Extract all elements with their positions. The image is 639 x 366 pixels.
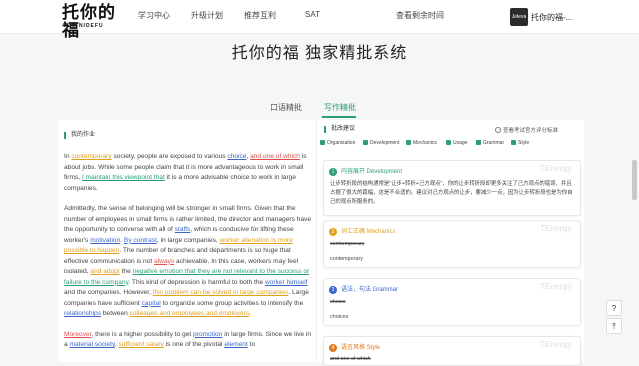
card-original: choice (330, 299, 346, 305)
filter-usage[interactable]: Usage (446, 140, 467, 146)
error-highlight[interactable]: contemporary (71, 153, 111, 160)
error-highlight[interactable]: worker himself (265, 279, 308, 286)
error-highlight[interactable]: capital (142, 300, 161, 307)
error-highlight[interactable]: promotion (193, 331, 222, 338)
error-highlight[interactable]: choice (227, 153, 246, 160)
essay-paragraph: Admittedly, the sense of belonging will … (64, 205, 312, 317)
filter-mechanics[interactable]: Mechanics (406, 140, 437, 146)
active-tab-indicator (322, 116, 356, 118)
card-original: and one of which (330, 356, 371, 362)
checkbox-checked-icon[interactable] (476, 140, 481, 145)
nav-learning-center[interactable]: 学习中心 (138, 10, 170, 21)
suggestions-title: 批改建议 (324, 126, 355, 133)
card-original: comtemporary (330, 241, 365, 247)
error-highlight[interactable]: By contrast (124, 237, 157, 244)
error-highlight[interactable]: motivation (90, 237, 120, 244)
watermark: TEnergy (539, 282, 572, 291)
nav-sat[interactable]: SAT (305, 10, 320, 19)
nav-referral[interactable]: 推荐互利 (244, 10, 276, 21)
error-highlight[interactable]: and adopt (90, 268, 119, 275)
essay-text: In contemporary society, people are expo… (64, 152, 314, 361)
help-button[interactable]: ? (606, 300, 622, 316)
checkbox-checked-icon[interactable] (363, 140, 368, 145)
logo[interactable]: 托你的福 TUO NIDEFU (62, 4, 130, 40)
essay-section-title: 我的作业 (64, 132, 95, 139)
top-header: 托你的福 TUO NIDEFU 学习中心 升级计划 推荐互利 SAT 查看剩余时… (0, 0, 639, 40)
page-title: 托你的福 独家精批系统 (231, 45, 408, 62)
card-correction: contemporary (330, 256, 363, 262)
checkbox-checked-icon[interactable] (446, 140, 451, 145)
checkbox-checked-icon[interactable] (511, 140, 516, 145)
error-highlight[interactable]: element (224, 341, 247, 348)
avatar[interactable]: Jeleva (510, 8, 528, 26)
filter-bar: Organization Development Mechanics Usage… (320, 140, 585, 149)
error-highlight[interactable]: this problem can be solved in large comp… (153, 289, 289, 296)
info-icon (495, 127, 501, 133)
error-highlight[interactable]: sufficient salary (119, 341, 164, 348)
filter-organization[interactable]: Organization (320, 140, 355, 146)
card-text: 让步转折段的结构通常是“让步+转折+己方观点”，你的让步转折段却更多关注了己方观… (330, 181, 573, 205)
view-standard-link[interactable]: 查看考试官方评分标准 (495, 126, 558, 134)
checkbox-checked-icon[interactable] (320, 140, 325, 145)
error-highlight[interactable]: staffs (175, 226, 191, 233)
checkbox-checked-icon[interactable] (406, 140, 411, 145)
main-panel: 我的作业 In contemporary society, people are… (58, 120, 585, 366)
logo-text: 托你的福 (62, 3, 116, 40)
error-highlight[interactable]: colleages and employees and employers (130, 310, 250, 317)
filter-grammar[interactable]: Grammar (476, 140, 504, 146)
username[interactable]: 托你的福-... (531, 12, 572, 23)
remaining-time-link[interactable]: 查看剩余时间 (396, 10, 444, 21)
essay-panel: 我的作业 In contemporary society, people are… (58, 120, 316, 362)
card-correction: choices (330, 314, 349, 320)
logo-subtext: TUO NIDEFU (63, 23, 104, 29)
tab-speaking[interactable]: 口语精批 (270, 102, 302, 113)
card-title: 4 语言风格 Style (329, 342, 380, 352)
card-title: 2 词汇正确 Mechanics (329, 226, 395, 236)
error-highlight[interactable]: and one of which (250, 153, 300, 160)
error-highlight[interactable]: Moreover (64, 331, 92, 338)
nav-upgrade-plan[interactable]: 升级计划 (191, 10, 223, 21)
tab-writing[interactable]: 写作精批 (324, 102, 356, 113)
card-title: 3 语法，句法 Grammar (329, 284, 398, 294)
error-highlight[interactable]: always (154, 258, 174, 265)
back-to-top-button[interactable]: ⤒ (606, 318, 622, 334)
filter-style[interactable]: Style (511, 140, 529, 146)
tab-bar: 口语精批 写作精批 (240, 102, 400, 118)
essay-paragraph: In contemporary society, people are expo… (64, 153, 307, 192)
watermark: TEnergy (539, 224, 572, 233)
error-highlight[interactable]: relationships (64, 310, 101, 317)
suggestion-card[interactable]: TEnergy 3 语法，句法 Grammar choice choices (323, 278, 581, 326)
essay-paragraph: Moreover, there is a higher possibility … (64, 330, 312, 349)
suggestion-card[interactable]: TEnergy 1 内容展开 Development 让步转折段的结构通常是“让步… (323, 160, 581, 216)
suggestions-panel: 批改建议 查看考试官方评分标准 Organization Development… (316, 120, 585, 366)
error-highlight[interactable]: material society (70, 341, 115, 348)
card-title: 1 内容展开 Development (329, 166, 402, 176)
scrollbar[interactable] (632, 160, 637, 200)
watermark: TEnergy (539, 340, 572, 349)
watermark: TEnergy (539, 164, 572, 173)
suggestion-card[interactable]: TEnergy 2 词汇正确 Mechanics comtemporary con… (323, 220, 581, 268)
error-highlight[interactable]: I maintain this viewpoint that (82, 174, 165, 181)
filter-development[interactable]: Development (363, 140, 399, 146)
